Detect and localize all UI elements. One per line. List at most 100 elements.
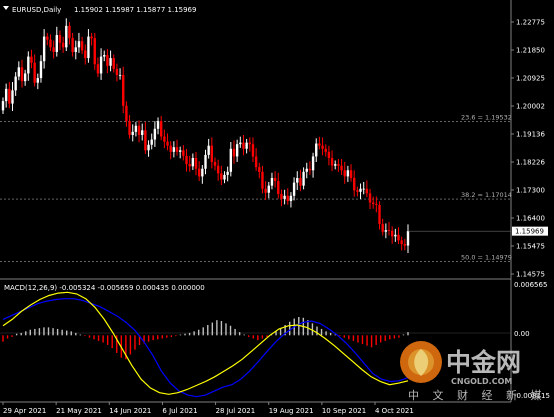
watermark-domain: CNGOLD.COM [451,377,512,386]
candle-body [131,131,134,135]
price-tick-label: 1.19136 [516,131,545,139]
candle-body [90,36,93,39]
candle-body [55,35,58,52]
candle-body [315,143,318,157]
candle-body [191,157,195,167]
candle-body [346,170,350,177]
candle-body [128,121,131,135]
macd-axis-max: 0.006565 [514,281,547,289]
candle-body [400,240,403,245]
candle-body [23,73,27,82]
candle-body [305,168,308,172]
candle-body [356,190,359,192]
candle-body [239,142,242,145]
chart-header: EURUSD,Daily 1.15902 1.15987 1.15877 1.1… [3,6,196,14]
candle-body [185,155,188,165]
time-tick-label: 10 Sep 2021 [322,407,366,415]
watermark-slogan: 中 文 财 经 新 媒 体 [408,388,554,402]
candle-body [125,105,128,122]
candle-body [337,164,340,166]
price-tick-label: 1.22775 [516,19,545,27]
candle-body [61,42,65,48]
candle-body [226,171,229,175]
candle-body [77,41,81,48]
candle-body [103,55,106,57]
candle-body [134,125,138,132]
candle-body [403,244,407,246]
candle-body [248,142,251,145]
candle-body [112,58,115,69]
candle-body [267,185,270,193]
price-tick-label: 1.16400 [516,215,545,223]
candle-body [58,35,62,43]
candle-body [242,142,245,149]
candle-body [258,167,261,172]
candle-body [156,121,160,129]
candle-body [201,168,204,177]
candle-body [8,88,11,104]
candle-body [280,193,283,199]
candle-body [283,195,286,199]
time-tick-label: 29 Apr 2021 [3,407,46,415]
time-tick-label: 28 Jul 2021 [216,407,256,415]
candle-body [353,177,356,191]
candle-body [261,171,264,189]
candle-body [4,88,8,102]
fib-level-label: 50.0 = 1.14979 [461,254,512,262]
candle-body [359,188,362,192]
fib-level-label: 38.2 = 1.17014 [461,191,512,199]
candle-body [327,151,331,158]
price-tick-label: 1.20925 [516,75,545,83]
candle-body [163,136,166,142]
candle-body [251,144,255,157]
candle-body [141,130,144,135]
current-price-value: 1.15969 [515,228,544,236]
candle-body [160,121,163,137]
candle-body [36,78,40,83]
candle-body [270,177,274,186]
time-tick-label: 14 Jun 2021 [109,407,151,415]
candle-body [96,64,100,74]
candle-body [109,58,112,66]
current-price-tag: 1.15969 [512,226,548,236]
ohlc-values: 1.15902 1.15987 1.15877 1.15969 [74,6,196,14]
candle-body [99,56,103,74]
candle-body [292,182,296,196]
candle-body [340,165,343,171]
candle-body [216,165,220,174]
candle-body [232,148,236,157]
candle-body [207,145,210,155]
candle-body [318,143,321,146]
candle-body [406,231,410,246]
candle-body [324,148,327,152]
candle-body [14,76,17,91]
candle-body [93,38,96,65]
price-tick-label: 1.17300 [516,187,545,195]
price-tick-label: 1.15475 [516,243,545,251]
candle-body [273,177,277,182]
candle-body [375,204,378,206]
candle-body [172,147,176,152]
candle-body [74,47,77,52]
candle-body [334,164,337,166]
watermark-brand: 中金网 [446,348,521,377]
candle-body [387,230,391,232]
price-tick-label: 1.21850 [516,47,545,55]
candle-body [235,144,239,157]
candle-body [362,188,365,190]
price-tick-label: 1.18226 [516,159,545,167]
candle-body [80,41,84,51]
candle-body [49,39,52,48]
time-tick-label: 21 May 2021 [56,407,102,415]
candle-body [175,147,179,152]
candle-body [277,181,280,194]
candle-body [122,75,125,106]
candle-body [296,177,299,183]
candle-body [52,47,55,52]
chart-window[interactable]: EURUSD,Daily 1.15902 1.15987 1.15877 1.1… [0,0,554,417]
candle-body [115,68,119,76]
candle-body [84,50,87,59]
candle-body [39,61,43,79]
candle-body [27,56,30,74]
candle-body [20,67,24,82]
